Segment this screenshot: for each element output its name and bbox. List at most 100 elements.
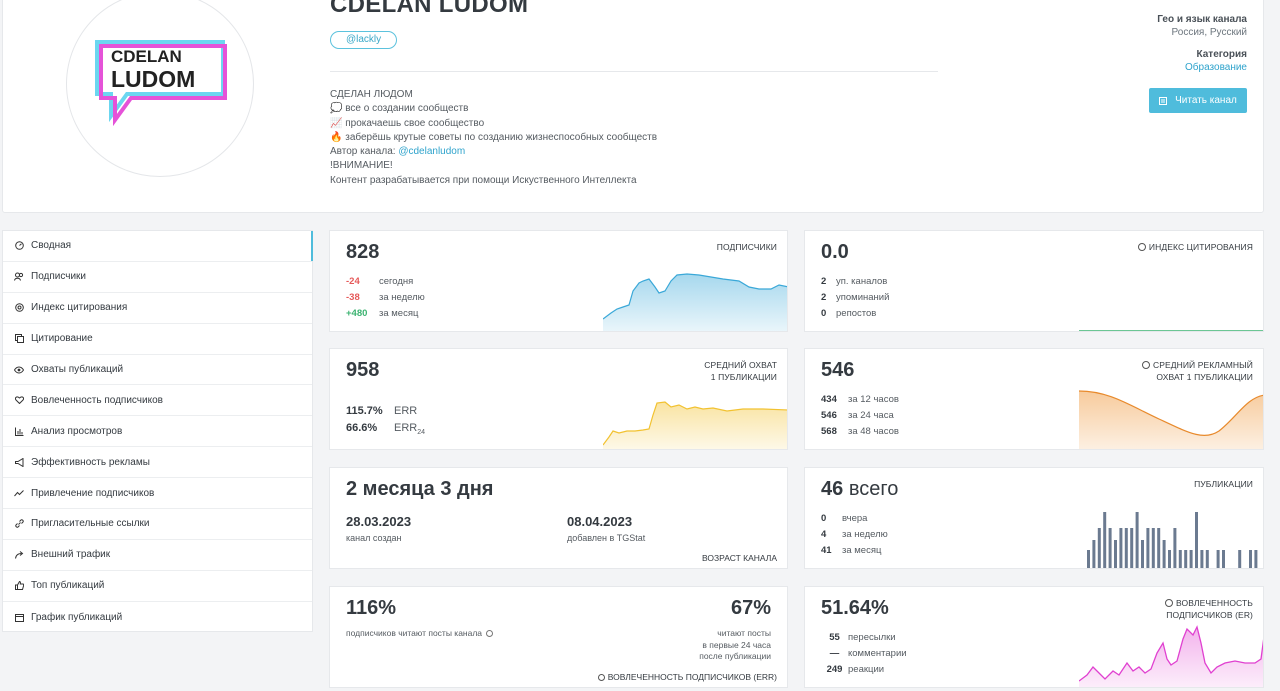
err24-label: ERR24 bbox=[394, 420, 425, 441]
stat-row: 2 упоминаний bbox=[821, 290, 889, 306]
publication-bar bbox=[1189, 550, 1193, 568]
average-reach-label: СРЕДНИЙ ОХВАТ 1 ПУБЛИКАЦИИ bbox=[704, 359, 777, 383]
info-icon bbox=[486, 630, 494, 637]
stat-text: за месяц bbox=[842, 545, 882, 556]
stat-row: — комментарии bbox=[821, 646, 907, 662]
quote-icon bbox=[14, 334, 24, 344]
sidebar-item-post-schedule[interactable]: График публикаций bbox=[3, 602, 312, 633]
err-label: ERR bbox=[394, 405, 418, 417]
stat-num: +480 bbox=[346, 308, 368, 319]
publication-bar bbox=[1254, 550, 1258, 568]
info-icon bbox=[1165, 599, 1174, 607]
sidebar-item-label: Сводная bbox=[31, 240, 72, 252]
subscribers-card[interactable]: 828 ПОДПИСЧИКИ -24 сегодня -38 за неделю +… bbox=[329, 230, 788, 332]
sidebar-item-citations[interactable]: Цитирование bbox=[3, 324, 312, 355]
desc-author-line: Автор канала: @cdelanludom bbox=[330, 145, 657, 159]
geo-label: Гео и язык канала bbox=[1157, 14, 1247, 25]
err-engagement-label: ВОВЛЕЧЕННОСТЬ ПОДПИСЧИКОВ (ERR) bbox=[597, 672, 777, 682]
err24-value: 66.6% bbox=[346, 422, 378, 434]
stat-row: 434 за 12 часов bbox=[821, 392, 899, 408]
label-line: СРЕДНИЙ РЕКЛАМНЫЙ bbox=[1152, 360, 1253, 370]
stat-row: 0 вчера bbox=[821, 511, 888, 527]
stat-num: 2 bbox=[821, 276, 827, 287]
stat-text: уп. каналов bbox=[836, 276, 888, 287]
stat-row: 55 пересылки bbox=[821, 630, 907, 646]
stat-text: за 48 часов bbox=[848, 426, 899, 437]
desc-line: СДЕЛАН ЛЮДОМ bbox=[330, 89, 413, 100]
ad-reach-card[interactable]: 546 СРЕДНИЙ РЕКЛАМНЫЙ ОХВАТ 1 ПУБЛИКАЦИИ … bbox=[804, 348, 1264, 450]
sidebar-item-subscribers[interactable]: Подписчики bbox=[3, 262, 312, 293]
publication-bar bbox=[1130, 528, 1134, 568]
stat-row: -24 сегодня bbox=[346, 274, 425, 290]
sidebar-item-top-posts[interactable]: Топ публикаций bbox=[3, 571, 312, 602]
stat-num: — bbox=[829, 648, 840, 659]
sidebar-item-citation-index[interactable]: Индекс цитирования bbox=[3, 293, 312, 324]
channel-age-card[interactable]: 2 месяца 3 дня 28.03.2023 канал создан 0… bbox=[329, 467, 788, 569]
category-link[interactable]: Образование bbox=[1157, 61, 1247, 74]
stat-num: 249 bbox=[826, 664, 843, 675]
sidebar-item-engagement[interactable]: Вовлеченность подписчиков bbox=[3, 385, 312, 417]
share-icon bbox=[14, 550, 24, 560]
publications-count: 46 bbox=[821, 478, 844, 500]
sidebar-item-ad-efficiency[interactable]: Эффективность рекламы bbox=[3, 447, 312, 479]
stat-text: пересылки bbox=[848, 632, 896, 643]
sidebar-item-external-traffic[interactable]: Внешний трафик bbox=[3, 540, 312, 571]
sidebar-item-label: Пригласительные ссылки bbox=[31, 518, 150, 530]
stat-row: 4 за неделю bbox=[821, 527, 888, 543]
publication-bar bbox=[1222, 550, 1225, 568]
bar-chart-icon bbox=[14, 426, 24, 436]
sidebar-item-post-reach[interactable]: Охваты публикаций bbox=[3, 355, 312, 386]
err-24h-note: читают посты в первые 24 часа после публ… bbox=[699, 628, 771, 663]
er-engagement-card[interactable]: 51.64% ВОВЛЕЧЕННОСТЬ ПОДПИСЧИКОВ (ER) 55 п… bbox=[804, 586, 1264, 688]
stat-num: 0 bbox=[821, 513, 827, 524]
sidebar-item-invite-links[interactable]: Пригласительные ссылки bbox=[3, 509, 312, 540]
err-engagement-value: 116% bbox=[346, 597, 397, 619]
stat-num: 546 bbox=[821, 410, 837, 421]
stat-row: 546 за 24 часа bbox=[821, 408, 899, 424]
stat-num: 55 bbox=[829, 632, 840, 643]
sidebar-item-views-analysis[interactable]: Анализ просмотров bbox=[3, 416, 312, 448]
channel-logo: CDELAN LUDOM bbox=[95, 40, 227, 126]
stat-num: 434 bbox=[821, 394, 837, 405]
info-icon bbox=[1141, 361, 1150, 369]
category-label: Категория bbox=[1196, 49, 1247, 60]
publication-bar bbox=[1195, 512, 1198, 568]
at-icon bbox=[14, 303, 24, 313]
stat-text: за неделю bbox=[379, 292, 425, 303]
err24-label-text: ERR bbox=[394, 422, 418, 434]
ad-reach-label: СРЕДНИЙ РЕКЛАМНЫЙ ОХВАТ 1 ПУБЛИКАЦИИ bbox=[1141, 359, 1253, 383]
err-engagement-note-text: подписчиков читают посты канала bbox=[346, 628, 483, 638]
publications-card[interactable]: 46 всего ПУБЛИКАЦИИ 0 вчера 4 за неделю 41… bbox=[804, 467, 1264, 569]
sidebar-item-summary[interactable]: Сводная bbox=[3, 231, 313, 262]
stat-row: 0 репостов bbox=[821, 306, 889, 322]
sidebar-item-label: Вовлеченность подписчиков bbox=[31, 394, 163, 406]
publications-bar-chart bbox=[1087, 512, 1258, 568]
er-engagement-sparkline bbox=[1079, 625, 1263, 687]
note-line: после публикации bbox=[699, 651, 771, 661]
read-channel-button[interactable]: Читать канал bbox=[1149, 88, 1247, 113]
subscribers-label: ПОДПИСЧИКИ bbox=[716, 242, 777, 252]
citation-index-card[interactable]: 0.0 ИНДЕКС ЦИТИРОВАНИЯ 2 уп. каналов 2 упо… bbox=[804, 230, 1264, 332]
channel-handle[interactable]: @lackly bbox=[330, 31, 398, 49]
err-engagement-note: подписчиков читают посты канала bbox=[346, 628, 494, 638]
stat-num: -38 bbox=[346, 292, 360, 303]
stat-text: за неделю bbox=[842, 529, 888, 540]
err-engagement-card[interactable]: 116% подписчиков читают посты канала 67%… bbox=[329, 586, 788, 688]
author-link[interactable]: @cdelanludom bbox=[398, 146, 465, 157]
channel-title: CDELAN LUDOM bbox=[330, 0, 529, 18]
dashboard-icon bbox=[14, 241, 24, 251]
desc-line: 📈 прокачаешь свое сообщество bbox=[330, 117, 485, 129]
trend-icon bbox=[14, 488, 24, 498]
publications-stats: 0 вчера 4 за неделю 41 за месяц bbox=[821, 511, 888, 559]
sidebar-item-label: Индекс цитирования bbox=[31, 302, 128, 314]
stat-num: 41 bbox=[821, 545, 832, 556]
er-engagement-stats: 55 пересылки — комментарии 249 реакции bbox=[821, 630, 907, 678]
sidebar-item-acquisition[interactable]: Привлечение подписчиков bbox=[3, 478, 312, 510]
svg-text:LUDOM: LUDOM bbox=[111, 66, 195, 92]
subscribers-stats: -24 сегодня -38 за неделю +480 за месяц bbox=[346, 274, 425, 322]
publication-bar bbox=[1103, 512, 1107, 568]
desc-line: 💭 все о создании сообществ bbox=[330, 103, 469, 115]
average-reach-card[interactable]: 958 СРЕДНИЙ ОХВАТ 1 ПУБЛИКАЦИИ 115.7% ERR … bbox=[329, 348, 788, 450]
average-reach-sparkline bbox=[603, 401, 787, 449]
label-line: ПОДПИСЧИКОВ (ER) bbox=[1166, 610, 1253, 620]
